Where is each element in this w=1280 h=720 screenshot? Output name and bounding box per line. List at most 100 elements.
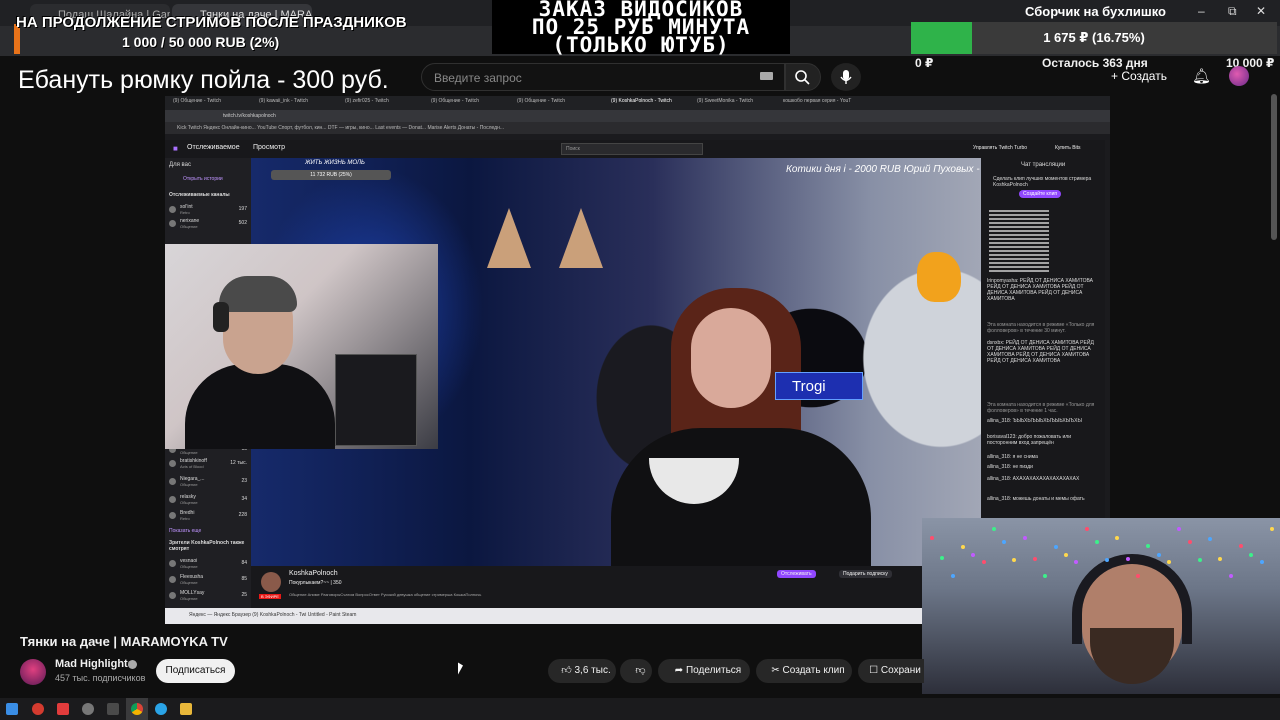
webcam-sticker-box [335, 354, 417, 446]
stream-browser-tab: (9) SweetMonika - Twitch [697, 98, 754, 104]
trogi-sign: Trogi [775, 372, 863, 400]
twitch-turbo-link: Управлять Twitch Turbo [973, 145, 1028, 151]
keyboard-icon[interactable] [760, 72, 773, 80]
telegram-icon[interactable] [155, 703, 167, 715]
string-light [1012, 557, 1017, 562]
clip-label: Создать клип [782, 665, 845, 676]
show-more-link: Показать еще [169, 528, 202, 534]
close-icon[interactable]: ✕ [1256, 4, 1266, 18]
chat-message: Irinpomyasha: РЕЙД ОТ ДЕНИСА ХАМИТОВА РЕ… [987, 278, 1093, 302]
string-light [1074, 560, 1079, 565]
stream-url: twitch.tv/koshkapolnoch [223, 113, 276, 119]
chrome-icon[interactable] [131, 703, 143, 715]
channel-avatar[interactable] [20, 659, 46, 685]
followed-channel-row: nerixane Общение 502 [169, 218, 249, 230]
cat-ear-left [487, 208, 531, 268]
stream-address-bar: twitch.tv/koshkapolnoch [165, 110, 1110, 122]
string-light [1228, 573, 1233, 578]
fund-progress-text: 1 675 ₽ (16.75%) [1043, 30, 1145, 45]
donation-ticker: Котики дня i - 2000 RUB Юрий Пуховых - 1… [786, 164, 1000, 175]
search-button[interactable] [785, 63, 821, 91]
chat-message: allina_318: не пизди [987, 464, 1033, 470]
page-scrollbar[interactable] [1271, 94, 1277, 240]
fund-title: Сборчик на бухлишко [1025, 4, 1166, 19]
string-light [1002, 540, 1007, 545]
chat-system-message: Эта комната находится в режиме «Только д… [987, 322, 1095, 334]
open-history-link: Открыть истории [183, 176, 223, 182]
notifications-bell-icon[interactable]: 🔔︎ [1192, 67, 1211, 85]
string-light [981, 560, 986, 565]
donation-price-text: Ебануть рюмку пойла - 300 руб. [18, 66, 389, 94]
share-button[interactable]: ➦ Поделиться [658, 659, 750, 683]
clock-icon[interactable] [82, 703, 94, 715]
followed-channel-row: bratishkinoff Acts of Blood 12 тыс. [169, 458, 249, 470]
followed-channels-heading: Отслеживаемые каналы [169, 192, 230, 198]
windows-taskbar [0, 698, 1280, 720]
stream-tags: Общение Аниме РазговорыСчатом ВопросОтве… [289, 592, 482, 597]
string-light [1177, 527, 1182, 532]
chat-system-message: Эта комната находится в режиме «Только д… [987, 402, 1095, 414]
stream-browser-tabs: (9) Общение - Twitch (9) kawaii_ink - Tw… [165, 96, 1110, 110]
twitch-search: Поиск [561, 143, 703, 155]
fund-progress-bar: 1 675 ₽ (16.75%) [911, 22, 1277, 54]
string-light [1125, 556, 1130, 561]
dislike-button[interactable]: 👎︎ [620, 659, 652, 683]
stream-browser-tab: (9) KoshkaPolnoch - Twitch [611, 98, 672, 104]
followed-channel-row: Bredhi Retro 228 [169, 510, 249, 522]
mini-goal-bar: 11 732 RUB (25%) [271, 170, 391, 180]
yandex-icon[interactable] [57, 703, 69, 715]
bookmarks-text: Kick Twitch Яндекс Онлайн-кино... YouTub… [177, 125, 505, 131]
user-avatar[interactable] [1229, 66, 1249, 86]
twitch-bits-link: Купить Bits [1055, 145, 1081, 151]
channel-name[interactable]: Mad Highlights [55, 658, 134, 670]
clip-prompt: Сделать клип лучших моментов стримера Ko… [993, 176, 1092, 188]
string-light [1136, 573, 1140, 578]
for-you-label: Для вас [169, 162, 191, 168]
stream-browser-tab: (9) zefir025 - Twitch [345, 98, 389, 104]
chat-message: allina_318: ЪЫЬХЫЪЫЬХЫЪЫЬХЫЪХЫ [987, 418, 1082, 424]
create-button[interactable]: + Создать [1111, 66, 1167, 86]
string-light [1105, 557, 1110, 562]
stream-browser-tab: (9) Общение - Twitch [431, 98, 480, 104]
folder-icon[interactable] [180, 703, 192, 715]
search-input[interactable] [432, 68, 756, 88]
headset-icon [1072, 554, 1192, 644]
save-button[interactable]: ☐ Сохрани [858, 659, 924, 683]
subscribe-button[interactable]: Подписаться [156, 659, 235, 683]
twitch-nav-browse: Просмотр [253, 144, 285, 151]
reactor-webcam [922, 518, 1280, 694]
fund-min-label: 0 ₽ [915, 56, 934, 70]
followed-channel-row: Niegara_... Общение 23 [169, 476, 249, 488]
string-light [1239, 544, 1243, 549]
follow-button: Отслеживать [777, 570, 816, 578]
minimize-icon[interactable]: – [1198, 4, 1205, 18]
like-button[interactable]: 👍︎ 3,6 тыс. [548, 659, 616, 683]
yandex-browser-icon[interactable] [32, 703, 44, 715]
string-light [1218, 556, 1223, 561]
thumbs-down-icon: 👎︎ [635, 665, 646, 676]
maximize-icon[interactable]: ⧉ [1228, 4, 1237, 19]
search-box[interactable] [421, 63, 785, 91]
gift-sub-button: Подарить подписку [839, 570, 892, 578]
twitch-top-nav: ■ Отслеживаемое Просмотр Поиск Управлять… [165, 140, 1105, 158]
string-light [1033, 556, 1037, 561]
stream-browser-tab: кошкобо первая серия - YouT [783, 98, 852, 104]
search-icon [795, 70, 810, 85]
app-icon[interactable] [107, 703, 119, 715]
create-clip-chip: Создайте клип [1019, 190, 1062, 198]
chat-message: dsnxbx: РЕЙД ОТ ДЕНИСА ХАМИТОВА РЕЙД ОТ … [987, 340, 1094, 364]
string-light [1084, 527, 1089, 532]
windows-start-icon[interactable] [6, 703, 18, 715]
followed-channel-row: relasky Общение 34 [169, 494, 249, 506]
string-light [940, 556, 945, 561]
cat-ear-right [559, 208, 603, 268]
share-label: Поделиться [685, 665, 742, 676]
create-clip-button[interactable]: ✂︎ Создать клип [756, 659, 852, 683]
chat-message: allina_318: можешь донаты и мемы офать [987, 496, 1085, 502]
voice-search-button[interactable] [831, 63, 861, 91]
stream-taskbar-text: Яндекс — Яндекс Браузер (9) KoshkaPolnoc… [189, 612, 357, 618]
stream-browser-tab: (9) Общение - Twitch [173, 98, 222, 104]
string-light [1053, 544, 1058, 549]
donation-goal-title: НА ПРОДОЛЖЕНИЕ СТРИМОВ ПОСЛЕ ПРАЗДНИКОВ [16, 14, 407, 31]
chat-message: borisaval123: добро пожаловать или посто… [987, 434, 1072, 446]
